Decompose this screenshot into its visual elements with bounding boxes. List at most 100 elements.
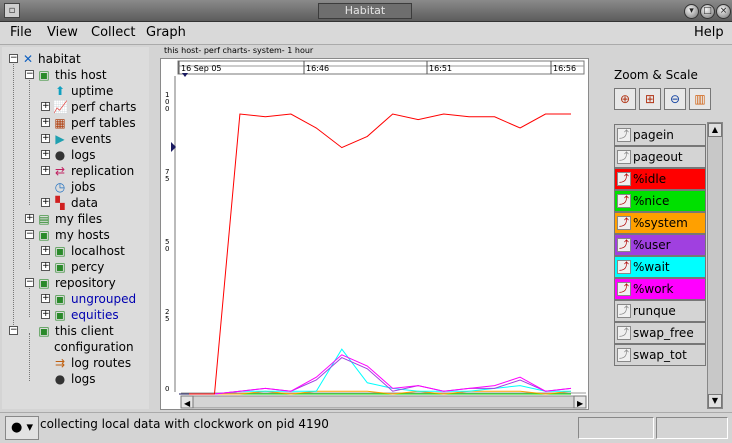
status-bomb-icon[interactable]: ● ▾ [5, 416, 39, 440]
tree-item-logs[interactable]: + ● logs [2, 147, 149, 163]
chart-inactive-icon: ⤴ [617, 128, 631, 142]
legend-label: pagein [633, 128, 674, 142]
bomb-icon: ● [54, 148, 66, 162]
tree-item-perf-tables[interactable]: + ▦ perf tables [2, 115, 149, 131]
legend-vscrollbar[interactable]: ▲ ▼ [707, 122, 723, 409]
chart-panel: 16 Sep 05 16:46 16:51 16:56 100 75 50 25 0 ◀ ▶ [160, 58, 589, 410]
expand-icon[interactable]: + [41, 166, 50, 175]
legend-item[interactable]: ⤴ %idle [614, 168, 706, 190]
expand-icon[interactable]: + [41, 150, 50, 159]
x-tick-label: 16 Sep 05 [181, 64, 222, 73]
tree-item-client-logs[interactable]: ● logs [2, 371, 149, 387]
window-titlebar: ▫ Habitat ▾ □ × [0, 0, 732, 22]
tree-item-jobs[interactable]: ◷ jobs [2, 179, 149, 195]
legend-item[interactable]: ⤴ %work [614, 278, 706, 300]
routes-icon: ⇉ [54, 356, 66, 370]
legend-label: %nice [633, 194, 670, 208]
chart-active-icon: ⤴ [617, 260, 631, 274]
uptime-icon: ⬆ [54, 84, 66, 98]
chart-inactive-icon: ⤴ [617, 348, 631, 362]
tree-item-my-files[interactable]: + ▤ my files [2, 211, 149, 227]
legend-item[interactable]: ⤴ swap_free [614, 322, 706, 344]
legend-item[interactable]: ⤴ runque [614, 300, 706, 322]
zoom-scale-title: Zoom & Scale [614, 68, 698, 82]
collapse-icon[interactable]: − [25, 278, 34, 287]
y-tick-label: 0 [165, 385, 169, 393]
tree-item-repository[interactable]: − ▣ repository [2, 275, 149, 291]
tree-item-this-host[interactable]: − ▣ this host [2, 67, 149, 83]
table-icon: ▦ [54, 116, 66, 130]
collapse-icon[interactable]: − [25, 230, 34, 239]
legend-item[interactable]: ⤴ swap_tot [614, 344, 706, 366]
legend-item[interactable]: ⤴ pagein [614, 124, 706, 146]
tree-item-this-client[interactable]: − ▣ this client [2, 323, 149, 339]
perf-chart[interactable]: 16 Sep 05 16:46 16:51 16:56 1 0 0 7 5 5 0 2 5 0 ◀ ▶ [161, 59, 588, 409]
menu-bar: File View Collect Graph Help [0, 22, 732, 45]
tree-item-ungrouped[interactable]: + ▣ ungrouped [2, 291, 149, 307]
legend-label: %wait [633, 260, 670, 274]
collapse-icon[interactable]: − [9, 326, 18, 335]
tree-item-log-routes[interactable]: ⇉ log routes [2, 355, 149, 371]
tree-item-equities[interactable]: + ▣ equities [2, 307, 149, 323]
menu-view[interactable]: View [47, 25, 78, 40]
y-tick-label: 100 [165, 91, 169, 113]
chart-inactive-icon: ⤴ [617, 326, 631, 340]
menu-collect[interactable]: Collect [91, 25, 136, 40]
scale-button[interactable]: ▥ [689, 88, 711, 110]
legend-item[interactable]: ⤴ %nice [614, 190, 706, 212]
scroll-up-button[interactable]: ▲ [708, 123, 722, 137]
legend-label: %user [633, 238, 671, 252]
tree-item-data[interactable]: + ▚ data [2, 195, 149, 211]
legend-label: runque [633, 304, 676, 318]
tree-item-perf-charts[interactable]: + 📈 perf charts [2, 99, 149, 115]
svg-text:▶: ▶ [577, 399, 584, 408]
tree-item-my-hosts[interactable]: − ▣ my hosts [2, 227, 149, 243]
tree-item-habitat[interactable]: − ✕ habitat [2, 51, 149, 67]
legend-item[interactable]: ⤴ %user [614, 234, 706, 256]
hosts-icon: ▣ [38, 228, 50, 242]
chart-hscrollbar[interactable] [180, 395, 587, 409]
expand-icon[interactable]: + [41, 102, 50, 111]
legend-label: %system [633, 216, 688, 230]
zoom-in-button[interactable]: ⊞ [639, 88, 661, 110]
chart-active-icon: ⤴ [617, 216, 631, 230]
menu-file[interactable]: File [10, 25, 32, 40]
legend-item[interactable]: ⤴ %system [614, 212, 706, 234]
legend-label: pageout [633, 150, 683, 164]
minimize-button[interactable]: ▾ [684, 4, 699, 19]
zoom-fit-button[interactable]: ⊕ [614, 88, 636, 110]
left-splitter[interactable] [150, 47, 158, 409]
tree-item-configuration[interactable]: configuration [2, 339, 149, 355]
collapse-icon[interactable]: − [9, 54, 18, 63]
chart-active-icon: ⤴ [617, 238, 631, 252]
maximize-button[interactable]: □ [700, 4, 715, 19]
x-tick-label: 16:51 [429, 64, 452, 73]
bomb-icon: ● [54, 372, 66, 386]
close-button[interactable]: × [716, 4, 731, 19]
menu-graph[interactable]: Graph [146, 25, 186, 40]
expand-icon[interactable]: + [41, 294, 50, 303]
expand-icon[interactable]: + [41, 310, 50, 319]
legend-item[interactable]: ⤴ %wait [614, 256, 706, 278]
expand-icon[interactable]: + [41, 134, 50, 143]
expand-icon[interactable]: + [41, 198, 50, 207]
tree-item-replication[interactable]: + ⇄ replication [2, 163, 149, 179]
tree-item-percy[interactable]: + ▣ percy [2, 259, 149, 275]
expand-icon[interactable]: + [41, 246, 50, 255]
chart-active-icon: ⤴ [617, 194, 631, 208]
expand-icon[interactable]: + [25, 214, 34, 223]
legend-item[interactable]: ⤴ pageout [614, 146, 706, 168]
group-icon: ▣ [54, 292, 66, 306]
tree-item-uptime[interactable]: ⬆ uptime [2, 83, 149, 99]
window-menu-button[interactable]: ▫ [4, 3, 20, 18]
zoom-out-button[interactable]: ⊖ [664, 88, 686, 110]
tree-item-localhost[interactable]: + ▣ localhost [2, 243, 149, 259]
tree-item-events[interactable]: + ▶ events [2, 131, 149, 147]
expand-icon[interactable]: + [41, 118, 50, 127]
y-tick-label: 25 [165, 308, 169, 323]
expand-icon[interactable]: + [41, 262, 50, 271]
collapse-icon[interactable]: − [25, 70, 34, 79]
menu-help[interactable]: Help [694, 25, 724, 40]
scroll-down-button[interactable]: ▼ [708, 394, 722, 408]
group-icon: ▣ [54, 308, 66, 322]
